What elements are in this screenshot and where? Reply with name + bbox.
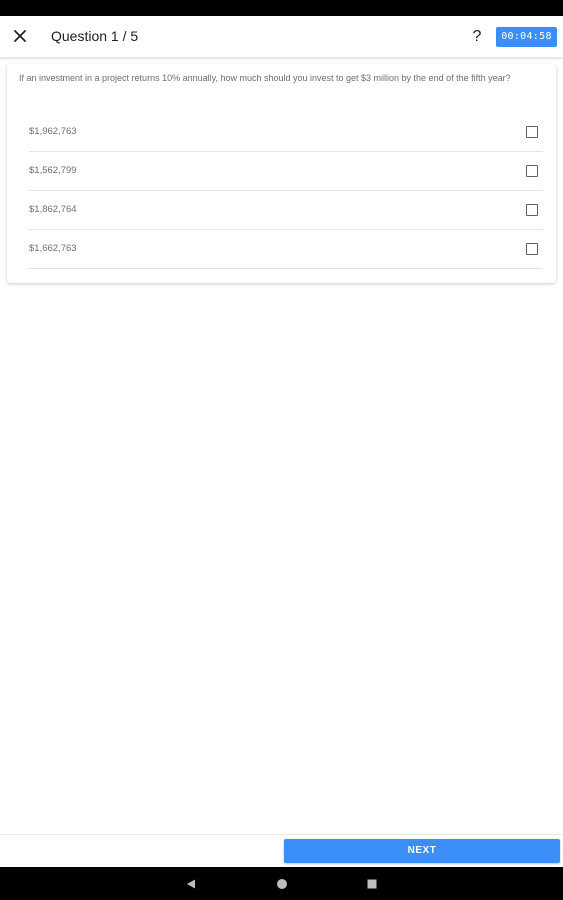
answer-option[interactable]: $1,862,764 [29, 191, 543, 230]
answer-option-label: $1,962,763 [29, 126, 77, 137]
home-icon [277, 879, 287, 889]
back-icon [187, 879, 195, 889]
status-bar [0, 0, 563, 16]
help-button[interactable]: ? [468, 26, 486, 48]
answer-option[interactable]: $1,962,763 [29, 113, 543, 152]
answer-option-label: $1,662,763 [29, 243, 77, 254]
close-button[interactable] [8, 24, 32, 48]
answer-option[interactable]: $1,662,763 [29, 230, 543, 269]
answer-checkbox[interactable] [526, 126, 538, 138]
question-card: If an investment in a project returns 10… [7, 64, 556, 283]
answer-checkbox[interactable] [526, 165, 538, 177]
answer-option-label: $1,862,764 [29, 204, 77, 215]
answer-checkbox[interactable] [526, 204, 538, 216]
page-title: Question 1 / 5 [51, 28, 139, 44]
answer-options: $1,962,763 $1,562,799 $1,862,764 $1,662,… [29, 113, 543, 269]
answer-option[interactable]: $1,562,799 [29, 152, 543, 191]
system-navigation-bar [0, 867, 563, 900]
answer-option-label: $1,562,799 [29, 165, 77, 176]
question-text: If an investment in a project returns 10… [19, 73, 511, 83]
back-button[interactable] [184, 877, 198, 891]
countdown-timer: 00:04:58 [496, 27, 557, 47]
next-button[interactable]: NEXT [284, 839, 560, 863]
recents-button[interactable] [365, 877, 379, 891]
recents-icon [367, 879, 377, 889]
answer-checkbox[interactable] [526, 243, 538, 255]
close-icon [14, 30, 26, 42]
app-bar: Question 1 / 5 ? 00:04:58 [0, 16, 563, 58]
home-button[interactable] [275, 877, 289, 891]
